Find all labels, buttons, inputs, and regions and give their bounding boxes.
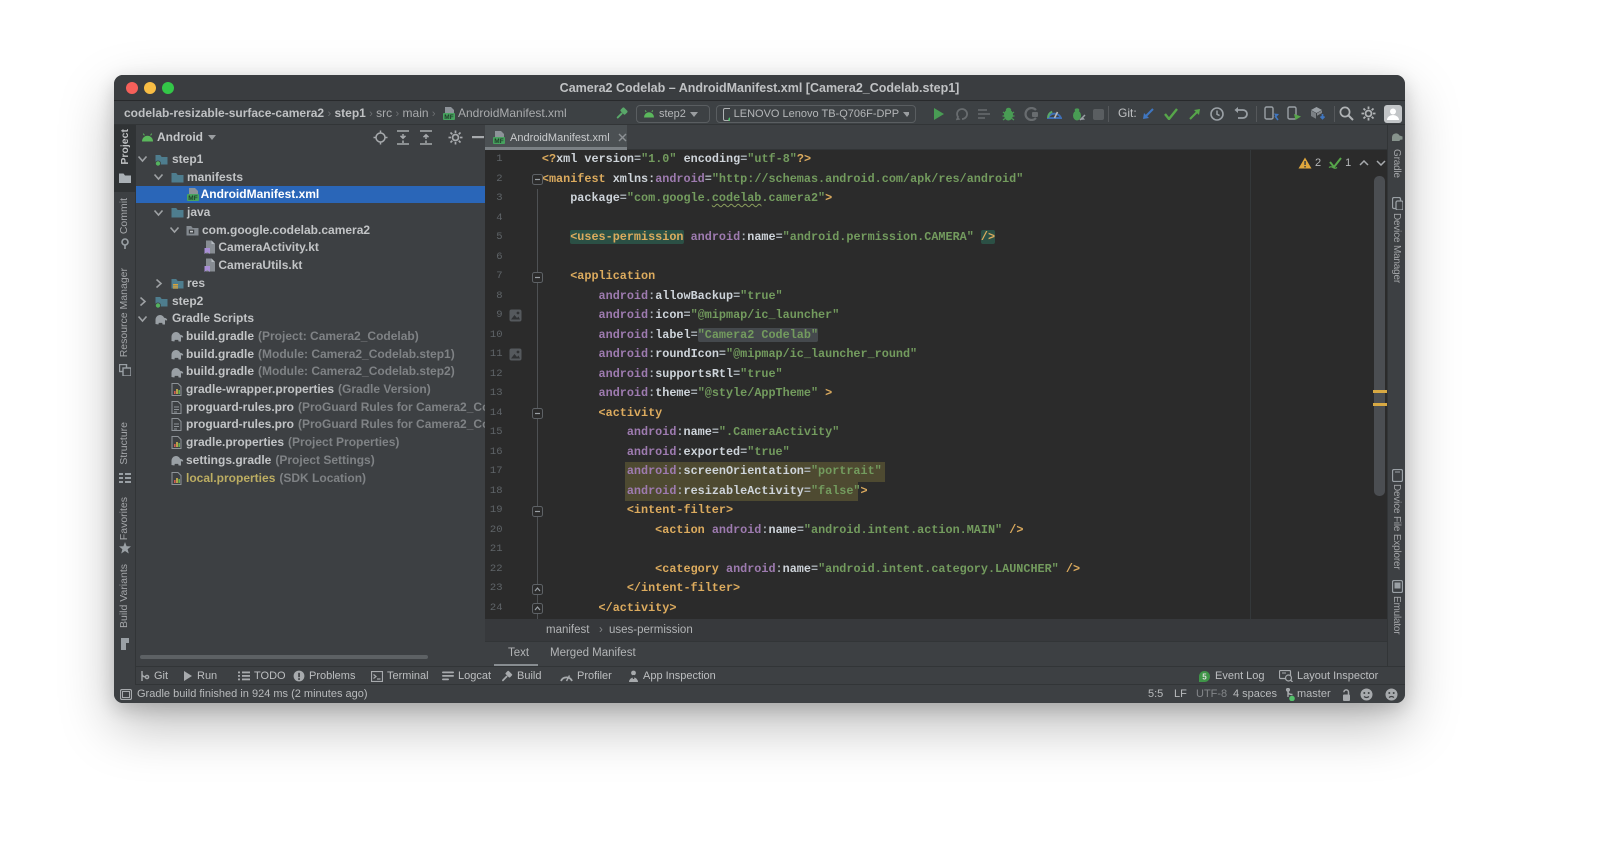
svg-text:MF: MF: [444, 114, 453, 120]
svg-text:5: 5: [1202, 672, 1207, 681]
svg-text:MF: MF: [494, 138, 503, 144]
svg-text:MF: MF: [188, 195, 197, 201]
